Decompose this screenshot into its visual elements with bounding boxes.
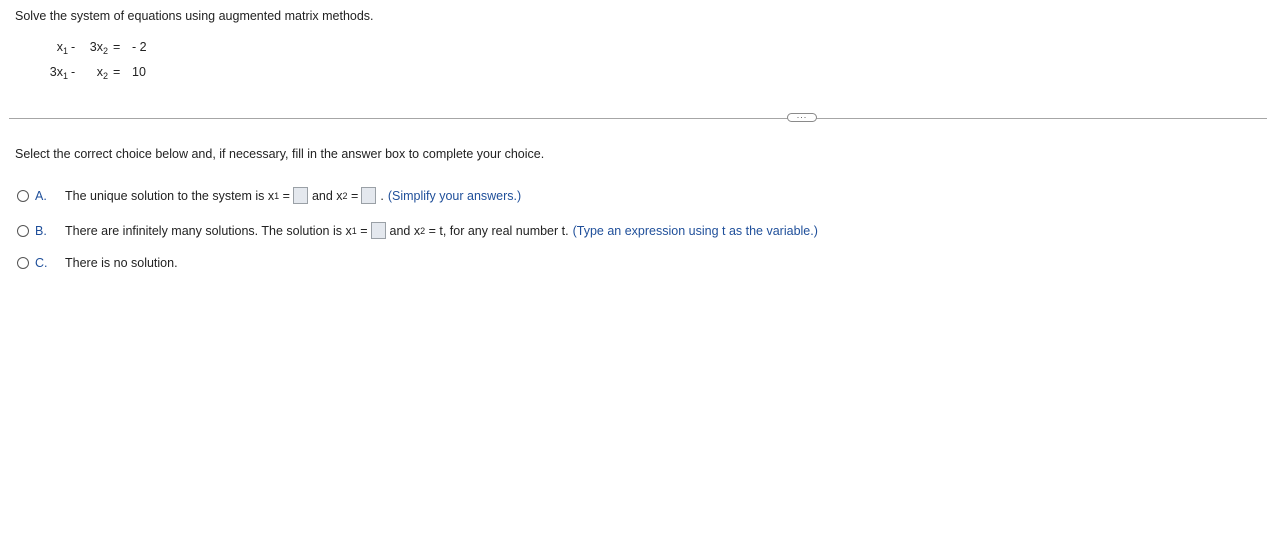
- choice-b-radio[interactable]: [17, 224, 29, 237]
- choice-a-x2-input[interactable]: [361, 187, 377, 204]
- choice-c-letter: C.: [35, 256, 48, 270]
- eq2-operator: -: [71, 65, 76, 79]
- answer-instruction: Select the correct choice below and, if …: [15, 147, 545, 161]
- choice-b-letter: B.: [35, 223, 47, 238]
- eq2-term1: 3x1: [49, 65, 68, 81]
- question-page: Solve the system of equations using augm…: [0, 0, 1267, 542]
- choice-c-text: There is no solution.: [65, 256, 178, 270]
- choice-c-radio[interactable]: [17, 257, 29, 269]
- choice-a-letter: A.: [35, 188, 47, 203]
- choice-c[interactable]: C. There is no solution.: [17, 256, 178, 270]
- choice-b-hint: (Type an expression using t as the varia…: [572, 223, 818, 238]
- eq2-rhs: 10: [132, 65, 146, 79]
- choice-a-hint: (Simplify your answers.): [387, 188, 522, 203]
- choice-a-x1-input[interactable]: [292, 187, 308, 204]
- eq1-equals: =: [113, 40, 121, 54]
- eq1-rhs: - 2: [132, 40, 147, 54]
- eq2-term2: x2: [96, 65, 108, 81]
- choice-b[interactable]: B. There are infinitely many solutions. …: [17, 222, 818, 239]
- eq2-equals: =: [113, 65, 121, 79]
- choice-a[interactable]: A. The unique solution to the system is …: [17, 187, 521, 204]
- choice-a-text: The unique solution to the system is x1 …: [65, 187, 522, 204]
- eq1-term1: x1: [56, 40, 68, 56]
- question-prompt: Solve the system of equations using augm…: [15, 9, 374, 23]
- choice-b-x1-input[interactable]: [370, 222, 386, 239]
- choice-a-radio[interactable]: [17, 189, 29, 202]
- section-divider: [9, 118, 1267, 119]
- eq1-operator: -: [71, 40, 76, 54]
- eq1-term2: 3x2: [89, 40, 108, 56]
- expand-more-button[interactable]: ...: [787, 111, 817, 122]
- choice-b-text: There are infinitely many solutions. The…: [65, 222, 818, 239]
